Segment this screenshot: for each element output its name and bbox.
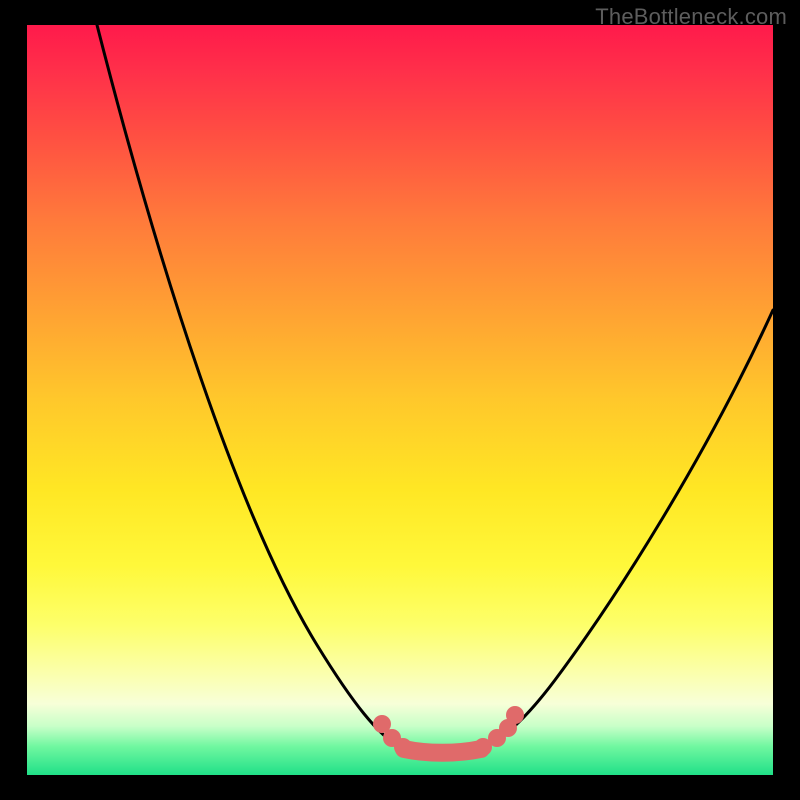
curve-line <box>97 25 773 753</box>
chart-frame <box>27 25 773 775</box>
marker-dot <box>506 706 524 724</box>
marker-band <box>404 749 481 753</box>
marker-dot <box>394 738 412 756</box>
chart-svg <box>27 25 773 775</box>
